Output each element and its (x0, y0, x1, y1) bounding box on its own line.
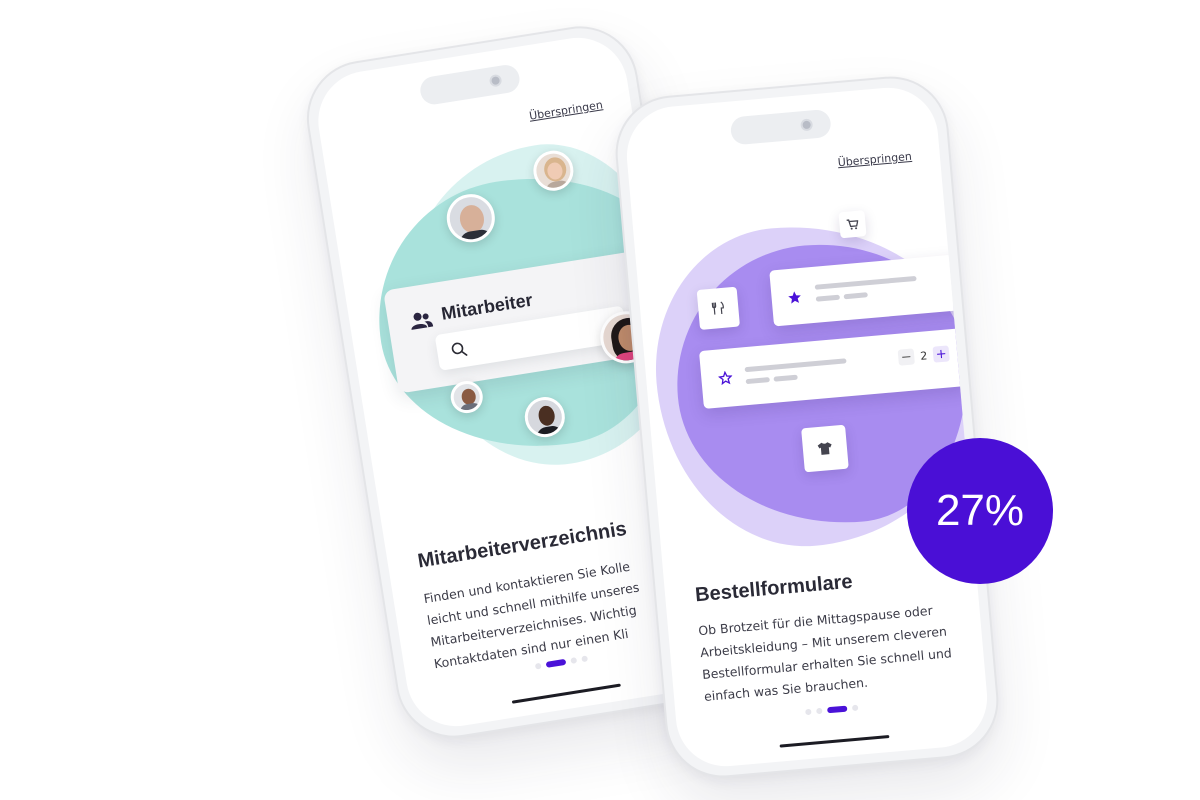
home-indicator (779, 735, 890, 748)
stage: Überspringen Mitarbeiter Mitarbeiterverz… (0, 0, 1200, 800)
directory-card-title: Mitarbeiter (439, 289, 534, 324)
dynamic-island (418, 63, 522, 107)
people-icon (411, 312, 434, 330)
feature-description: Finden und kontaktieren Sie Kolle leicht… (422, 555, 648, 675)
page-dot[interactable] (534, 662, 542, 670)
star-icon (788, 291, 801, 304)
page-dot[interactable] (570, 657, 578, 664)
placeholder-line (773, 374, 798, 382)
quantity-stepper: − 2 + (897, 345, 950, 366)
camera-icon (488, 73, 503, 88)
increase-button[interactable]: + (932, 345, 950, 363)
feature-description: Ob Brotzeit für die Mittagspause oder Ar… (697, 598, 954, 707)
placeholder-line (843, 292, 868, 300)
page-indicator (805, 704, 859, 716)
search-icon (451, 342, 468, 356)
decrease-button[interactable]: − (897, 348, 915, 366)
phone-screen: Überspringen − 2 + Bestellformulare Ob B… (622, 83, 992, 771)
placeholder-line (744, 358, 847, 373)
shirt-tile (801, 424, 849, 473)
progress-badge: 27% (907, 438, 1053, 584)
phone-order-forms: Überspringen − 2 + Bestellformulare Ob B… (610, 71, 1004, 783)
page-dot[interactable] (581, 655, 589, 663)
dynamic-island (729, 108, 832, 146)
page-dot[interactable] (805, 708, 812, 716)
skip-link[interactable]: Überspringen (837, 150, 912, 169)
page-dot-active[interactable] (827, 705, 848, 714)
page-dot[interactable] (816, 707, 823, 715)
cart-icon (846, 219, 859, 230)
cutlery-tile (696, 286, 740, 330)
page-dot-active[interactable] (545, 658, 567, 668)
placeholder-line (745, 377, 770, 385)
cart-tile (838, 210, 867, 239)
cutlery-icon (711, 301, 724, 315)
page-dot[interactable] (851, 704, 859, 712)
placeholder-line (815, 294, 841, 302)
feature-title: Bestellformulare (694, 570, 854, 607)
skip-link[interactable]: Überspringen (528, 98, 603, 122)
star-outline-icon (717, 370, 733, 386)
shirt-icon (817, 442, 832, 455)
home-indicator (511, 683, 621, 704)
camera-icon (800, 118, 814, 132)
placeholder-line (814, 275, 917, 290)
quantity-value: 2 (919, 348, 928, 363)
